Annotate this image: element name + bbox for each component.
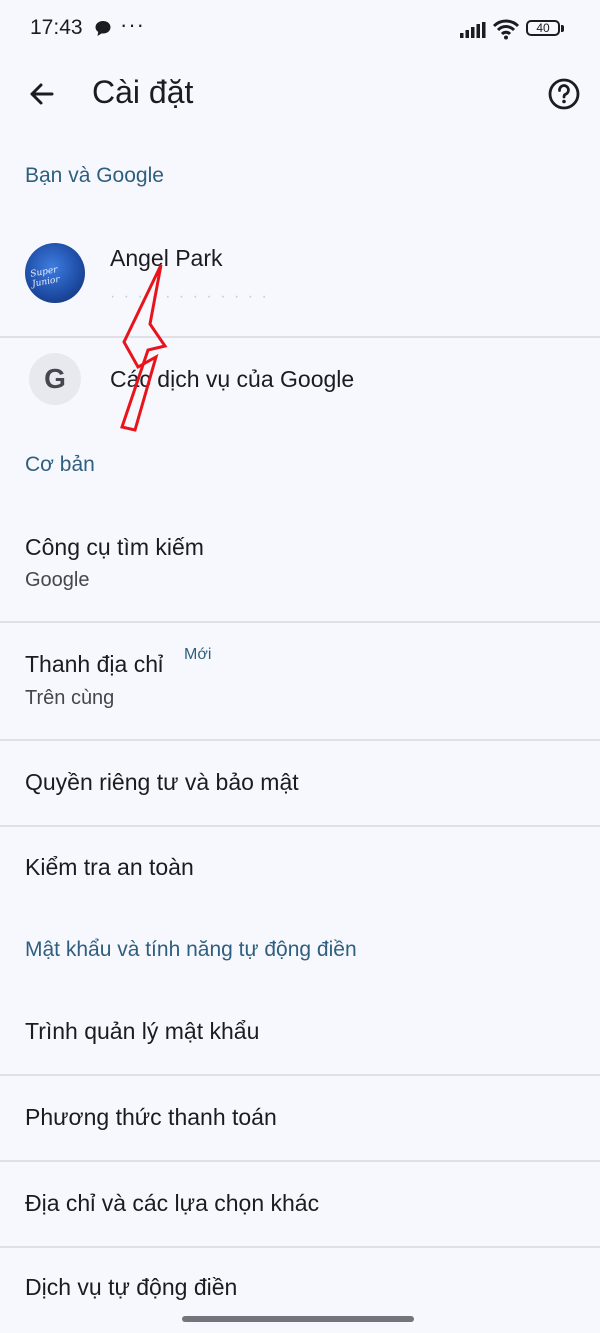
search-engine-row[interactable]: Công cụ tìm kiếm Google [0,505,600,621]
payment-methods-row[interactable]: Phương thức thanh toán [0,1076,600,1160]
new-badge: Mới [184,646,212,663]
avatar-logo-text: Super Junior [29,265,61,290]
app-bar: Cài đặt [0,58,600,134]
privacy-title: Quyền riêng tư và bảo mật [25,769,299,795]
battery-indicator: 40 [526,20,560,36]
google-g-icon: G [29,353,81,405]
autofill-service-title: Dịch vụ tự động điền [25,1274,238,1300]
avatar[interactable]: Super Junior [25,243,85,303]
home-indicator[interactable] [182,1316,414,1322]
address-bar-value: Trên cùng [25,687,115,709]
addresses-title: Địa chỉ và các lựa chọn khác [25,1190,320,1216]
password-manager-title: Trình quản lý mật khẩu [25,1018,260,1044]
section-header-passwords-autofill: Mật khẩu và tính năng tự động điền [25,938,357,961]
section-header-you-and-google: Bạn và Google [25,164,164,187]
search-engine-title: Công cụ tìm kiếm [25,534,204,560]
autofill-service-row[interactable]: Dịch vụ tự động điền [0,1248,600,1318]
chat-bubble-icon [94,20,112,43]
signal-icon [460,22,486,43]
addresses-row[interactable]: Địa chỉ và các lựa chọn khác [0,1162,600,1246]
safety-check-title: Kiểm tra an toàn [25,854,194,880]
payment-methods-title: Phương thức thanh toán [25,1104,277,1130]
search-engine-value: Google [25,569,90,591]
password-manager-row[interactable]: Trình quản lý mật khẩu [0,990,600,1074]
status-bar: 17:43 ··· 40 [0,0,600,58]
status-time: 17:43 [30,16,83,39]
wifi-icon [492,18,520,45]
privacy-row[interactable]: Quyền riêng tư và bảo mật [0,741,600,825]
address-bar-title: Thanh địa chỉ [25,651,164,677]
annotation-arrow-icon [120,264,168,432]
page-title: Cài đặt [92,74,194,110]
section-header-basics: Cơ bản [25,453,95,476]
address-bar-row[interactable]: Thanh địa chỉ Mới Trên cùng [0,623,600,739]
account-row[interactable] [0,226,600,336]
help-icon[interactable] [544,74,584,114]
back-arrow-icon[interactable] [22,74,62,114]
more-notifications-icon: ··· [120,12,145,37]
safety-check-row[interactable]: Kiểm tra an toàn [0,827,600,911]
battery-tip [561,25,564,32]
